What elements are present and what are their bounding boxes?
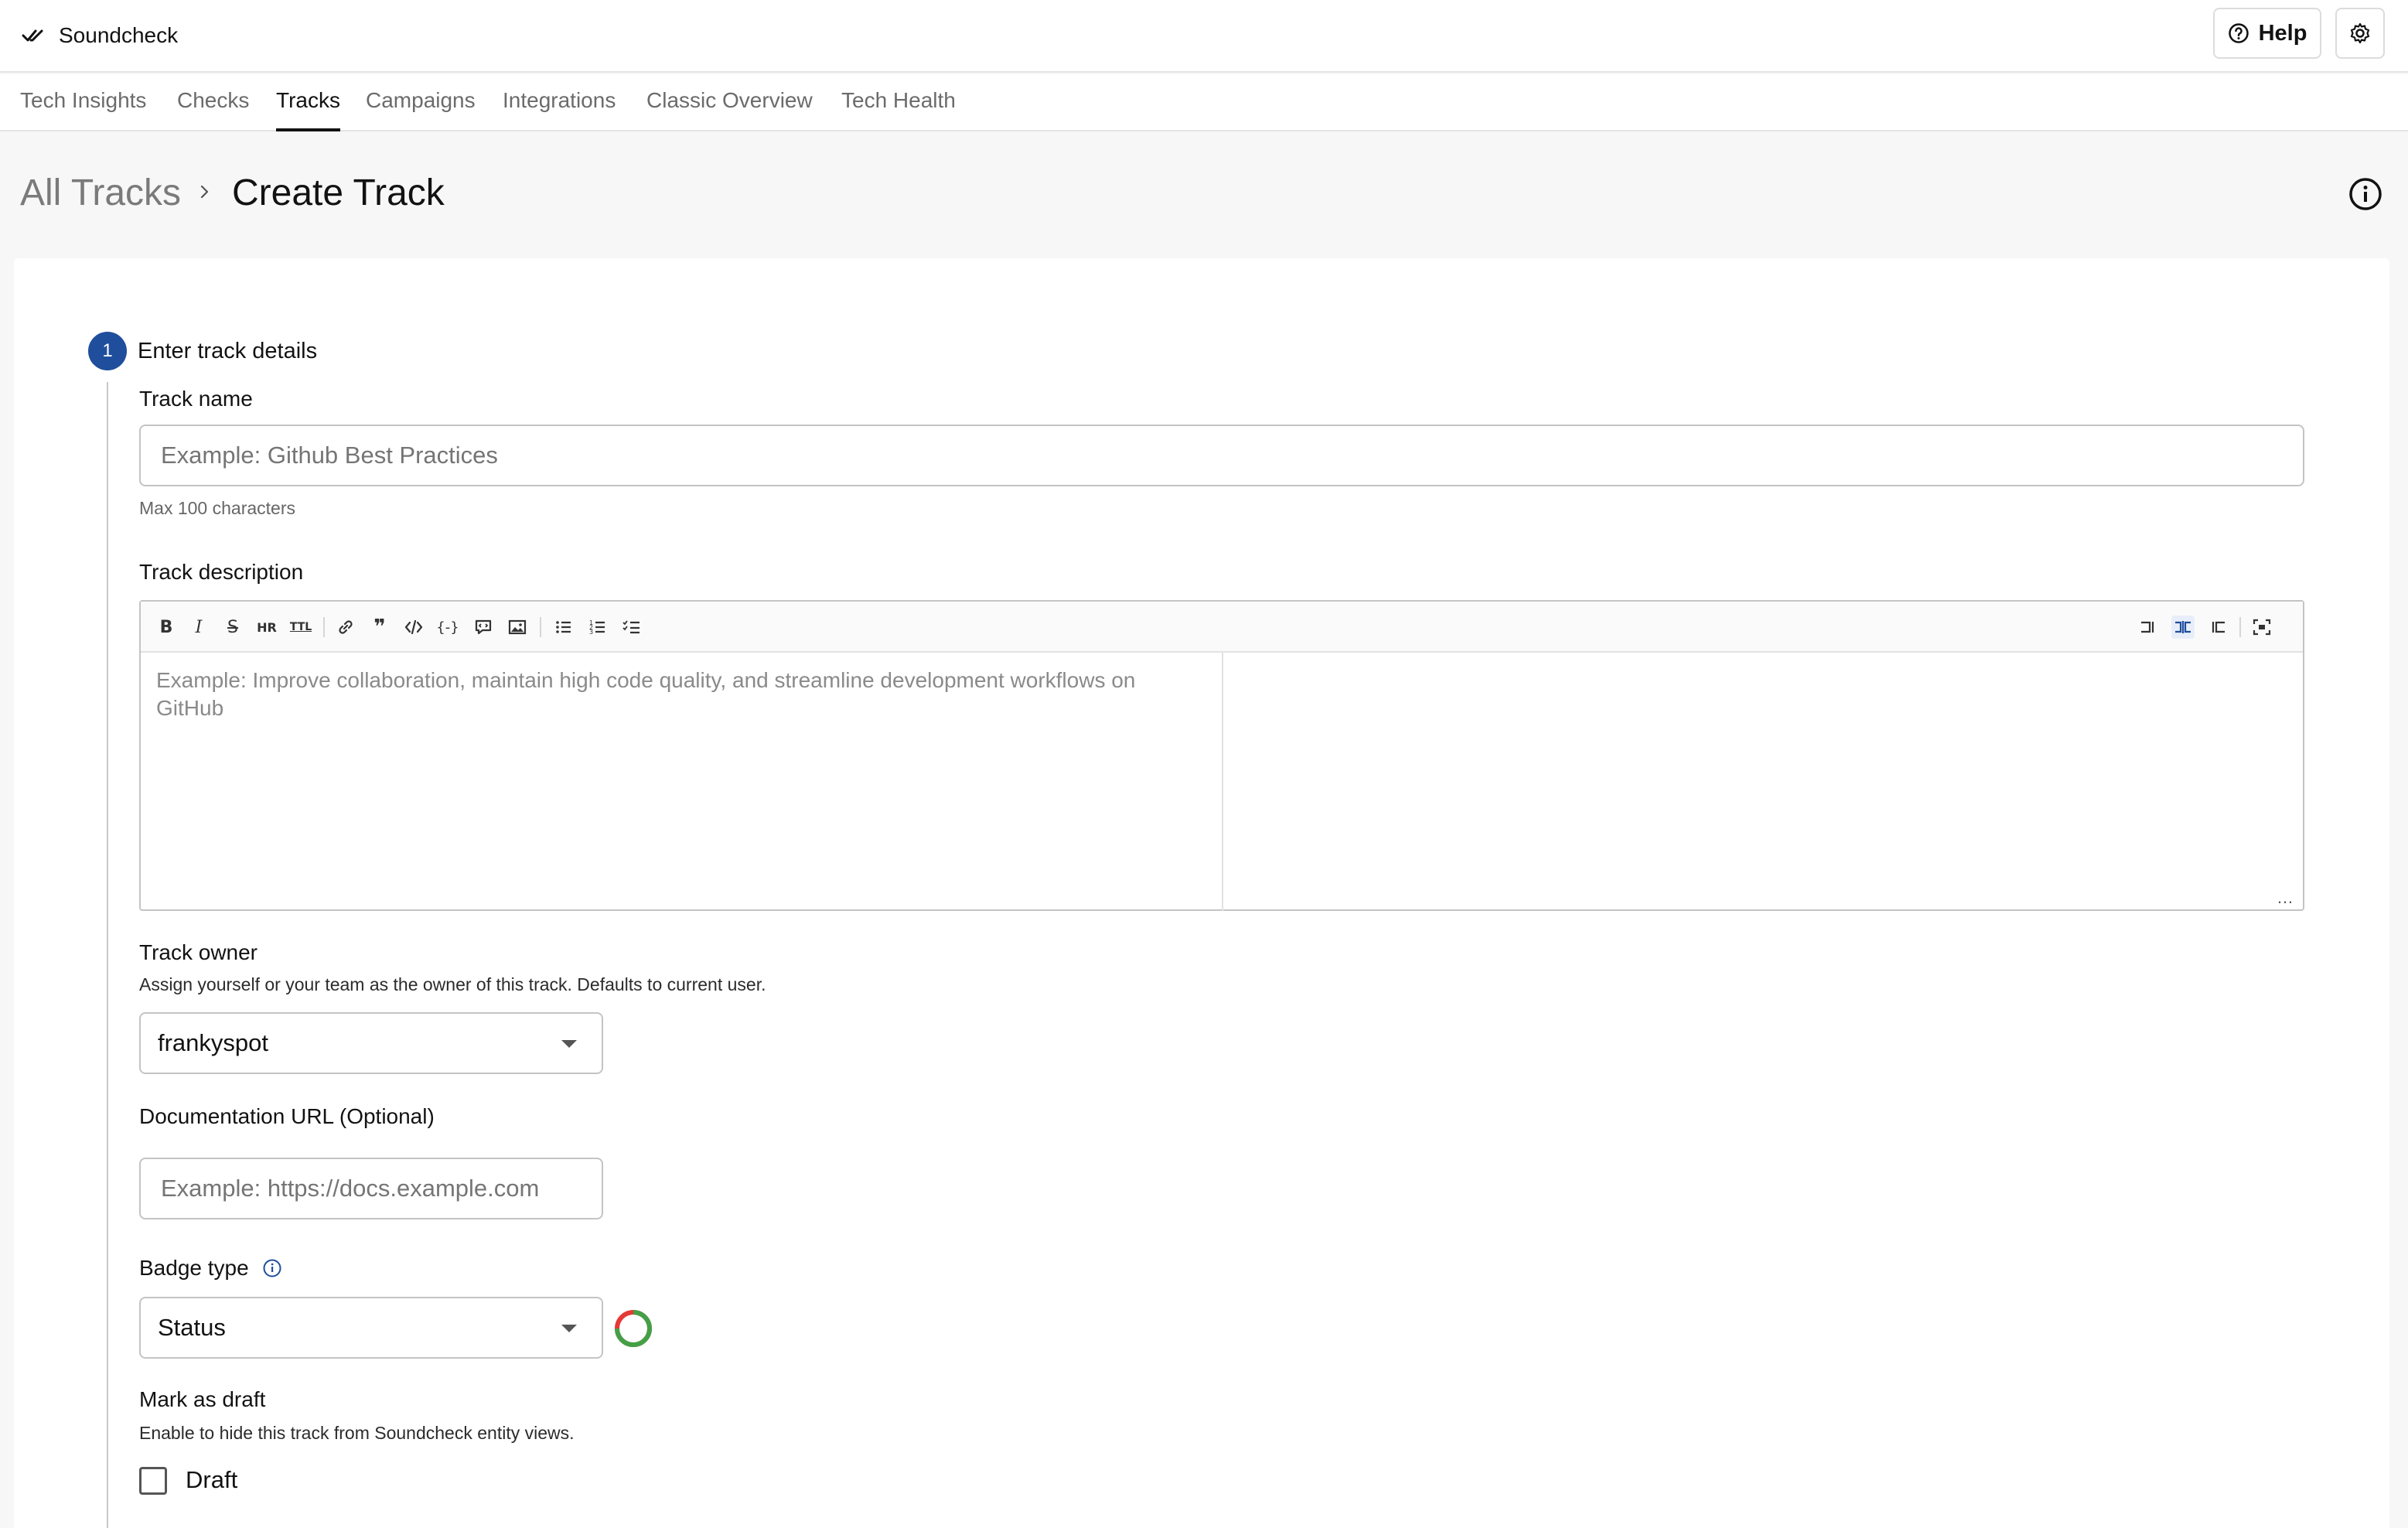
italic-icon[interactable]: I [187, 616, 210, 639]
badge-status-ring-icon [615, 1310, 652, 1347]
documentation-url-label: Documentation URL (Optional) [139, 1104, 435, 1128]
track-owner-label: Track owner [139, 940, 258, 964]
quote-icon[interactable]: ❞ [368, 616, 391, 639]
badge-type-label: Badge type [139, 1256, 249, 1280]
track-name-input[interactable] [139, 425, 2304, 486]
title-icon[interactable]: TTL [289, 616, 312, 639]
image-icon[interactable] [506, 616, 529, 639]
track-description-label: Track description [139, 560, 304, 584]
chevron-right-icon [200, 185, 209, 199]
settings-button[interactable] [2335, 8, 2385, 59]
track-owner-value: frankyspot [158, 1029, 269, 1056]
code-icon[interactable] [402, 616, 425, 639]
fullscreen-icon[interactable] [2250, 616, 2273, 639]
track-owner-hint: Assign yourself or your team as the owne… [139, 974, 766, 994]
help-button[interactable]: Help [2213, 8, 2321, 59]
toolbar-divider [2239, 617, 2241, 637]
app-name: Soundcheck [59, 23, 179, 47]
edit-mode-icon[interactable] [2137, 616, 2161, 639]
markdown-editor: B I S HR TTL ❞ {-} 123 Example: Improve … [139, 600, 2304, 911]
tab-bar: Tech Insights Checks Tracks Campaigns In… [0, 74, 2408, 131]
mark-as-draft-label: Mark as draft [139, 1387, 266, 1411]
svg-text:3: 3 [589, 629, 593, 636]
heading-icon[interactable]: HR [255, 616, 278, 639]
tab-tech-insights[interactable]: Tech Insights [20, 88, 146, 131]
info-icon[interactable] [262, 1258, 282, 1278]
track-owner-select[interactable]: frankyspot [139, 1012, 603, 1074]
track-name-hint: Max 100 characters [139, 498, 295, 518]
soundcheck-logo-icon [22, 29, 43, 42]
step-connector [107, 382, 108, 1528]
track-description-textarea[interactable]: Example: Improve collaboration, maintain… [141, 653, 1223, 911]
preview-mode-icon[interactable] [2205, 616, 2229, 639]
ordered-list-icon[interactable]: 123 [586, 616, 609, 639]
top-bar: Soundcheck Help [0, 0, 2408, 73]
badge-type-value: Status [158, 1314, 226, 1341]
help-label: Help [2258, 20, 2307, 46]
mark-as-draft-hint: Enable to hide this track from Soundchec… [139, 1423, 575, 1443]
breadcrumb-all-tracks[interactable]: All Tracks [20, 172, 181, 214]
track-name-label: Track name [139, 387, 253, 411]
tab-campaigns[interactable]: Campaigns [366, 88, 476, 131]
code-block-icon[interactable]: {-} [436, 616, 459, 639]
info-icon[interactable] [2348, 176, 2383, 212]
tab-tech-health[interactable]: Tech Health [841, 88, 956, 131]
strikethrough-icon[interactable]: S [221, 616, 244, 639]
tab-classic-overview[interactable]: Classic Overview [646, 88, 813, 131]
documentation-url-input[interactable] [139, 1158, 603, 1219]
tab-tracks[interactable]: Tracks [276, 88, 340, 131]
help-circle-icon [2228, 23, 2249, 43]
comment-icon[interactable] [472, 616, 495, 639]
chevron-down-icon [561, 1325, 577, 1332]
checked-list-icon[interactable] [620, 616, 643, 639]
page-title: Create Track [232, 172, 445, 213]
resize-handle[interactable]: … [2277, 888, 2294, 908]
badge-type-select[interactable]: Status [139, 1297, 603, 1359]
editor-toolbar: B I S HR TTL ❞ {-} 123 [141, 602, 2303, 653]
unordered-list-icon[interactable] [552, 616, 575, 639]
toolbar-divider [540, 617, 541, 637]
draft-checkbox-label[interactable]: Draft [186, 1466, 237, 1494]
draft-checkbox[interactable] [139, 1467, 167, 1495]
brand[interactable]: Soundcheck [22, 20, 178, 51]
tab-integrations[interactable]: Integrations [503, 88, 616, 131]
step-title: Enter track details [138, 339, 318, 363]
live-mode-icon[interactable] [2171, 616, 2195, 639]
tab-checks[interactable]: Checks [177, 88, 249, 131]
bold-icon[interactable]: B [155, 616, 178, 639]
gear-icon [2350, 22, 2370, 44]
chevron-down-icon [561, 1040, 577, 1048]
toolbar-divider [323, 617, 325, 637]
step-number-badge: 1 [88, 332, 127, 370]
link-icon[interactable] [334, 616, 357, 639]
